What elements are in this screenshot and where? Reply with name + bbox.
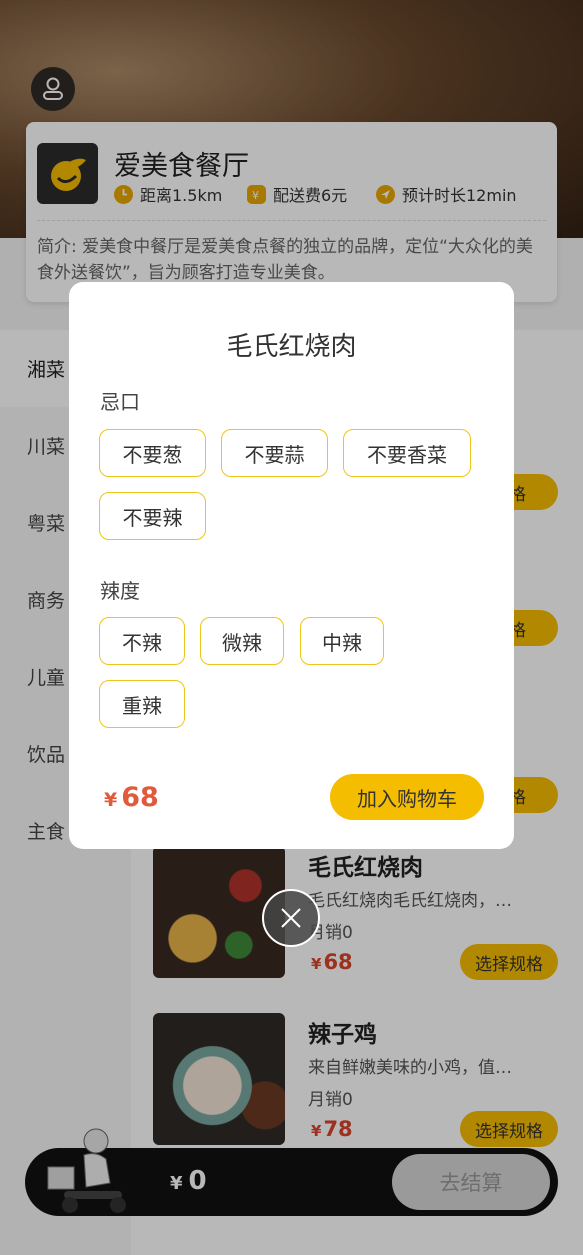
close-icon[interactable] [262,889,320,947]
option-mild[interactable]: 微辣 [200,617,284,665]
option-not-spicy[interactable]: 不辣 [99,617,185,665]
group-label-avoid: 忌口 [100,390,140,414]
option-no-garlic[interactable]: 不要蒜 [221,429,328,477]
option-no-scallion[interactable]: 不要葱 [99,429,206,477]
option-hot[interactable]: 重辣 [99,680,185,728]
page: 爱美食餐厅 距离1.5km ¥ 配送费6元 预计时长12min 简介: 爱美食中… [0,0,583,1255]
modal-title: 毛氏红烧肉 [226,332,357,362]
option-no-spicy[interactable]: 不要辣 [99,492,206,540]
add-to-cart-button[interactable]: 加入购物车 [330,774,484,820]
modal-price: ¥68 [104,782,159,813]
option-no-coriander[interactable]: 不要香菜 [343,429,471,477]
option-medium[interactable]: 中辣 [300,617,384,665]
spec-modal: 毛氏红烧肉 忌口 不要葱 不要蒜 不要香菜 不要辣 辣度 不辣 微辣 中辣 重辣… [69,282,514,849]
group-label-spiciness: 辣度 [100,579,140,603]
